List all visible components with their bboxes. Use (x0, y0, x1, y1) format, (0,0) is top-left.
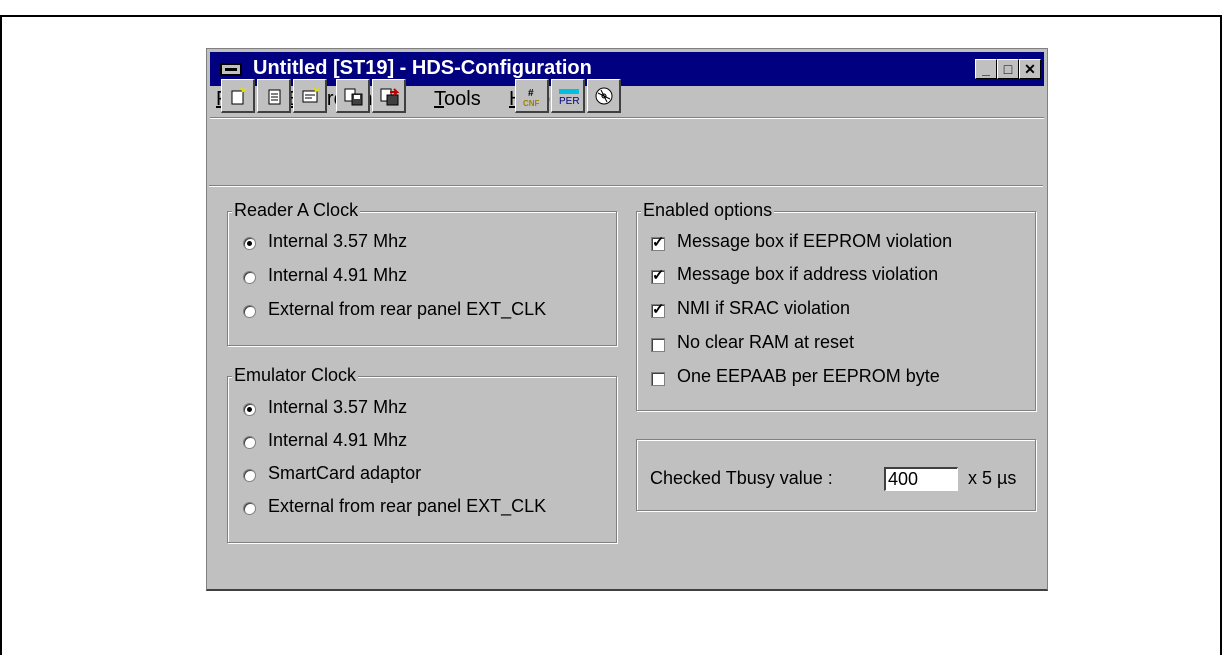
reader-clock-external-radio[interactable] (243, 305, 256, 318)
emulator-clock-option-label: Internal 3.57 Mhz (268, 397, 408, 417)
tbusy-input[interactable]: 400 (884, 467, 958, 491)
per-icon: PER (559, 89, 580, 107)
per-button[interactable]: PER (551, 79, 585, 113)
emulator-clock-external-radio[interactable] (243, 502, 256, 515)
tbusy-label: Checked Tbusy value : (650, 468, 833, 488)
maximize-button[interactable]: □ (997, 59, 1019, 79)
open-button[interactable] (257, 79, 291, 113)
toolbar-separator-bottom (209, 185, 1043, 187)
reader-clock-internal-357-radio[interactable] (243, 237, 256, 250)
config-doc-button[interactable] (293, 79, 327, 113)
tbusy-unit: x 5 µs (968, 468, 1017, 488)
emulator-clock-smartcard-radio[interactable] (243, 469, 256, 482)
close-button[interactable]: ✕ (1019, 59, 1041, 79)
one-eepaab-checkbox[interactable] (651, 372, 665, 386)
new-button[interactable] (221, 79, 255, 113)
option-label: One EEPAAB per EEPROM byte (677, 366, 940, 386)
reader-clock-option-label: Internal 4.91 Mhz (268, 265, 408, 285)
cd-icon (595, 87, 613, 105)
reader-clock-internal-491-radio[interactable] (243, 271, 256, 284)
emulator-clock-internal-491-radio[interactable] (243, 436, 256, 449)
toolbar-separator-top (210, 117, 1044, 119)
config-doc-icon (302, 87, 320, 103)
cnf-button[interactable]: # CNF (515, 79, 549, 113)
emulator-clock-internal-357-radio[interactable] (243, 403, 256, 416)
eeprom-violation-checkbox[interactable] (651, 233, 665, 251)
svg-text:PER: PER (559, 96, 580, 107)
app-icon (220, 63, 242, 76)
address-violation-checkbox[interactable] (651, 266, 665, 284)
save-icon (344, 88, 363, 106)
save-as-button[interactable] (372, 79, 406, 113)
open-doc-icon (268, 89, 281, 105)
option-label: No clear RAM at reset (677, 332, 855, 352)
no-clear-ram-checkbox[interactable] (651, 338, 665, 352)
emulator-clock-option-label: Internal 4.91 Mhz (268, 430, 408, 450)
reader-clock-option-label: Internal 3.57 Mhz (268, 231, 408, 251)
save-button[interactable] (336, 79, 370, 113)
menu-tools[interactable]: Tools (434, 88, 481, 111)
new-doc-icon (231, 87, 247, 105)
option-label: Message box if EEPROM violation (677, 231, 953, 251)
svg-text:CNF: CNF (523, 99, 540, 108)
emulator-clock-title: Emulator Clock (232, 365, 359, 386)
save-as-icon (380, 88, 400, 106)
reader-clock-option-label: External from rear panel EXT_CLK (268, 299, 547, 319)
reader-a-clock-title: Reader A Clock (232, 200, 361, 221)
enabled-options-title: Enabled options (641, 200, 775, 221)
cnf-icon: #CNF (523, 88, 540, 108)
cd-button[interactable] (587, 79, 621, 113)
option-label: Message box if address violation (677, 264, 939, 284)
option-label: NMI if SRAC violation (677, 298, 851, 318)
nmi-srac-violation-checkbox[interactable] (651, 300, 665, 318)
emulator-clock-option-label: SmartCard adaptor (268, 463, 422, 483)
window-title: Untitled [ST19] - HDS-Configuration (253, 57, 592, 79)
svg-text:#: # (528, 88, 534, 99)
emulator-clock-option-label: External from rear panel EXT_CLK (268, 496, 547, 516)
minimize-button[interactable]: _ (975, 59, 997, 79)
